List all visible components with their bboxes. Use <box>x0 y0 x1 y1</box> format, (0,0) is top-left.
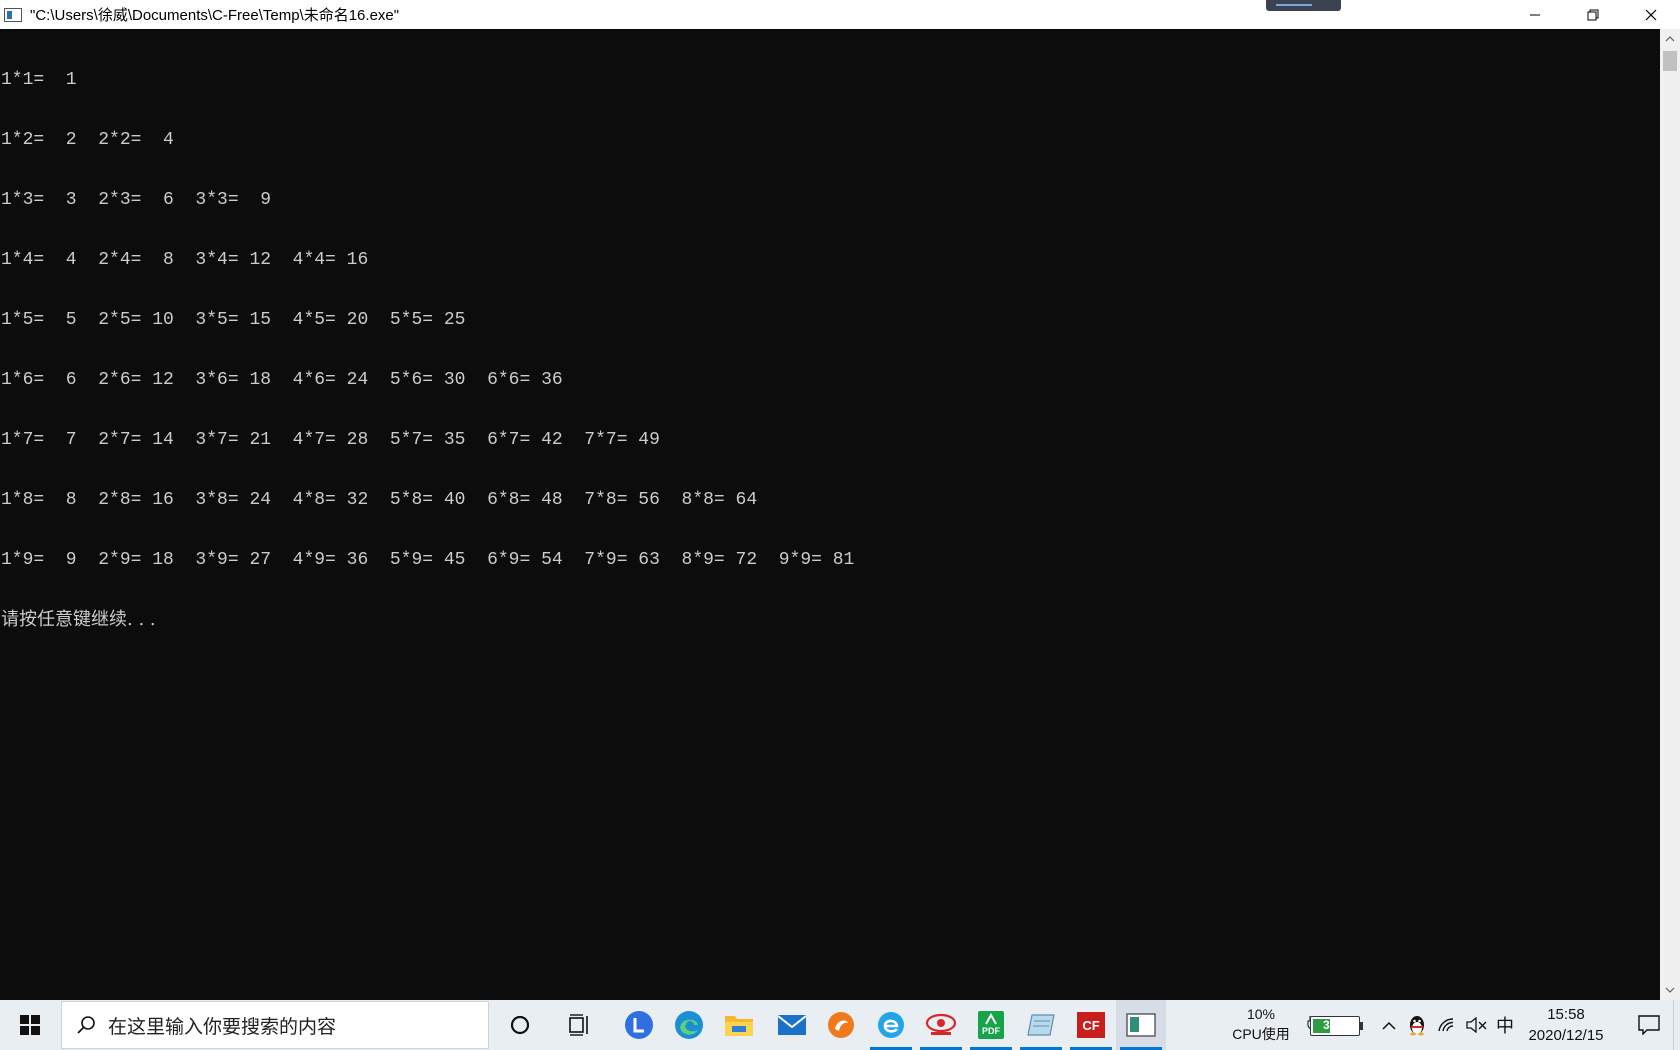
cortana-button[interactable] <box>495 1000 545 1050</box>
vertical-scrollbar[interactable] <box>1660 29 1680 1000</box>
console-line-6: 1*6= 6 2*6= 12 3*6= 18 4*6= 24 5*6= 30 6… <box>1 370 563 390</box>
taskbar-app-lanxin[interactable] <box>614 1000 664 1050</box>
c-free-icon: CF <box>1077 1012 1105 1038</box>
console-line-1: 1*1= 1 <box>1 70 77 90</box>
close-button[interactable] <box>1622 0 1680 29</box>
battery-indicator[interactable]: 39% <box>1310 1015 1374 1037</box>
console-output-area[interactable]: 1*1= 1 1*2= 2 2*2= 4 1*3= 3 2*3= 6 3*3= … <box>0 29 1660 1000</box>
windows-logo-icon <box>20 1015 40 1035</box>
clock-date: 2020/12/15 <box>1528 1027 1604 1044</box>
chevron-down-icon <box>1665 987 1675 993</box>
pdf-app-icon: PDF <box>978 1011 1004 1039</box>
taskbar-app-c-free[interactable]: CF <box>1066 1000 1116 1050</box>
console-line-7: 1*7= 7 2*7= 14 3*7= 21 4*7= 28 5*7= 35 6… <box>1 430 660 450</box>
qq-penguin-icon <box>1410 1016 1424 1036</box>
scroll-down-button[interactable] <box>1660 980 1680 1000</box>
console-line-4: 1*4= 4 2*4= 8 3*4= 12 4*4= 16 <box>1 250 369 270</box>
minimize-button[interactable] <box>1506 0 1564 29</box>
file-explorer-icon <box>725 1016 753 1036</box>
search-icon <box>76 1015 96 1035</box>
chevron-up-icon <box>1665 36 1675 42</box>
restore-button[interactable] <box>1564 0 1622 29</box>
network-tray-button[interactable] <box>1434 1000 1460 1050</box>
blue-e-browser-icon <box>878 1012 904 1038</box>
cpu-label: CPU使用 <box>1232 1026 1290 1042</box>
clock-time: 15:58 <box>1547 1006 1585 1023</box>
battery-percent: 39% <box>1322 1018 1348 1032</box>
taskbar-app-explorer[interactable] <box>714 1000 764 1050</box>
start-button[interactable] <box>0 1000 60 1050</box>
window-title: "C:\Users\徐威\Documents\C-Free\Temp\未命名16… <box>30 7 400 24</box>
qq-tray-button[interactable] <box>1404 1000 1430 1050</box>
cpu-usage-widget[interactable]: 10% CPU使用 <box>1226 1004 1296 1046</box>
console-app-icon <box>4 7 22 22</box>
input-method-indicator[interactable]: 中 <box>1492 1000 1518 1050</box>
wifi-icon <box>1438 1018 1454 1032</box>
minimize-icon <box>1530 14 1540 15</box>
mail-icon <box>777 1015 807 1035</box>
console-text: 1*1= 1 1*2= 2 2*2= 4 1*3= 3 2*3= 6 3*3= … <box>1 30 854 670</box>
window-controls <box>1506 0 1680 29</box>
scroll-up-button[interactable] <box>1660 29 1680 49</box>
taskbar-search-box[interactable]: 在这里输入你要搜索的内容 <box>61 1001 489 1049</box>
restore-icon <box>1587 9 1599 20</box>
console-line-3: 1*3= 3 2*3= 6 3*3= 9 <box>1 190 272 210</box>
console-line-5: 1*5= 5 2*5= 10 3*5= 15 4*5= 20 5*5= 25 <box>1 310 466 330</box>
show-hidden-icons-button[interactable] <box>1378 1000 1400 1050</box>
cpu-percent: 10% <box>1246 1006 1276 1022</box>
search-placeholder: 在这里输入你要搜索的内容 <box>108 1016 337 1038</box>
console-line-8: 1*8= 8 2*8= 16 3*8= 24 4*8= 32 5*8= 40 6… <box>1 490 758 510</box>
taskbar-app-blue-e[interactable] <box>866 1000 916 1050</box>
taskbar-app-notepad[interactable] <box>1016 1000 1066 1050</box>
press-any-key-prompt: 请按任意键继续. . . <box>1 609 156 630</box>
notification-icon <box>1638 1015 1660 1035</box>
show-desktop-button[interactable] <box>1673 1000 1680 1050</box>
taskbar: 在这里输入你要搜索的内容 PDF CF 10% CPU使用 39% 中 15:5… <box>0 1000 1680 1050</box>
battery-icon: 39% <box>1310 1016 1360 1036</box>
notepad-app-icon <box>1027 1014 1055 1036</box>
scroll-thumb[interactable] <box>1663 51 1677 71</box>
taskbar-app-red-eye[interactable] <box>916 1000 966 1050</box>
pdf-icon-label: PDF <box>982 1026 1001 1036</box>
taskbar-app-mail[interactable] <box>767 1000 817 1050</box>
console-line-2: 1*2= 2 2*2= 4 <box>1 130 174 150</box>
c-free-icon-label: CF <box>1082 1018 1099 1033</box>
cortana-icon <box>510 1015 530 1035</box>
battery-tip <box>1360 1022 1363 1030</box>
red-eye-app-icon <box>925 1013 957 1035</box>
window-title-bar[interactable]: "C:\Users\徐威\Documents\C-Free\Temp\未命名16… <box>0 0 1680 29</box>
chevron-up-icon <box>1382 1021 1396 1030</box>
taskbar-app-console[interactable] <box>1116 1000 1166 1050</box>
taskbar-app-edge[interactable] <box>664 1000 714 1050</box>
volume-muted-icon <box>1466 1017 1487 1033</box>
lanxin-app-icon <box>625 1011 653 1039</box>
action-center-button[interactable] <box>1626 1000 1672 1050</box>
drag-tab-handle[interactable] <box>1266 0 1341 11</box>
taskbar-clock[interactable]: 15:58 2020/12/15 <box>1518 1004 1614 1046</box>
console-window-icon <box>1126 1013 1156 1037</box>
edge-browser-icon <box>675 1011 703 1039</box>
orange-app-icon <box>828 1012 854 1038</box>
taskbar-app-pdf[interactable]: PDF <box>966 1000 1016 1050</box>
taskbar-app-orange[interactable] <box>816 1000 866 1050</box>
task-view-icon <box>569 1014 588 1036</box>
task-view-button[interactable] <box>555 1000 605 1050</box>
console-line-9: 1*9= 9 2*9= 18 3*9= 27 4*9= 36 5*9= 45 6… <box>1 550 855 570</box>
close-icon <box>1645 9 1657 20</box>
volume-tray-button[interactable] <box>1464 1000 1490 1050</box>
